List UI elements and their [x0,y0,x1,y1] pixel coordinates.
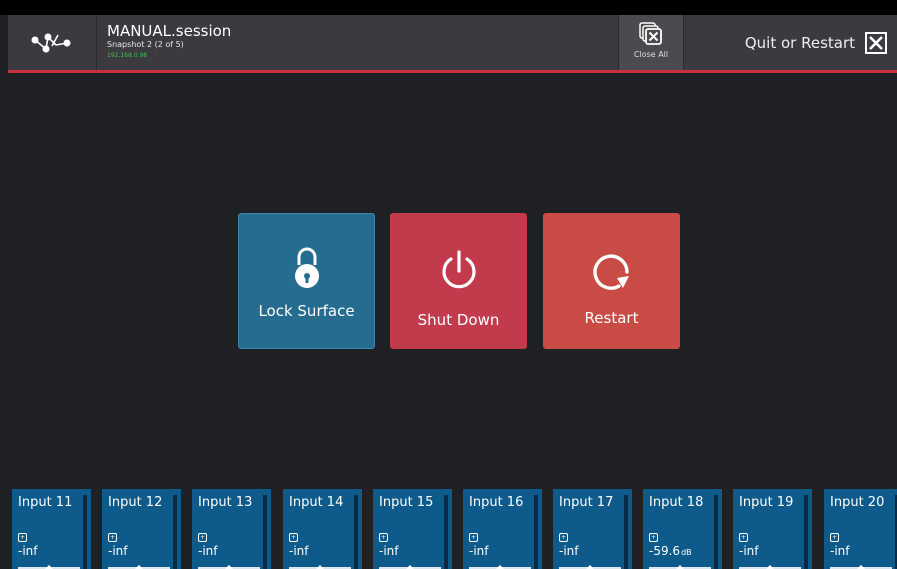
channel-link-icon: + [379,533,388,542]
fader-handle[interactable] [586,565,594,569]
channel-name: Input 19 [739,495,794,510]
channel-link-icon: + [18,533,27,542]
channel-name: Input 20 [830,495,885,510]
level-meter [354,495,358,569]
shut-down-button[interactable]: Shut Down [390,213,527,349]
channel-link-icon: + [559,533,568,542]
level-meter [173,495,177,569]
fader-handle[interactable] [225,565,233,569]
channel-name: Input 13 [198,495,253,510]
level-meter [263,495,267,569]
channel-level: -inf [559,544,579,558]
channel-level: -inf [108,544,128,558]
channel-level: -inf [198,544,218,558]
channel-level: -inf [830,544,850,558]
channel-name: Input 15 [379,495,434,510]
restart-label: Restart [584,309,639,327]
channel-link-icon: + [289,533,298,542]
level-meter [624,495,628,569]
power-icon [441,250,476,289]
channel-strip[interactable]: Input 12 + -inf [102,489,181,569]
channel-link-icon: + [739,533,748,542]
ip-address: 192.168.0.98 [107,52,148,59]
lock-surface-button[interactable]: Lock Surface [238,213,375,349]
channel-level: -inf [18,544,38,558]
close-all-label: Close All [633,50,669,59]
quit-restart-label: Quit or Restart [744,33,855,52]
header-bar: MANUAL.session Snapshot 2 (2 of 5) 192.1… [8,15,897,73]
top-strip [0,0,897,15]
app-logo-button[interactable] [8,15,97,70]
session-title: MANUAL.session [107,22,232,40]
lock-surface-label: Lock Surface [258,302,355,320]
channel-name: Input 17 [559,495,614,510]
fader-handle[interactable] [676,565,684,569]
channel-strip[interactable]: Input 15 + -inf [373,489,452,569]
channel-name: Input 11 [18,495,73,510]
restart-icon [592,254,629,290]
session-info: MANUAL.session Snapshot 2 (2 of 5) 192.1… [107,23,231,60]
fader-handle[interactable] [45,565,53,569]
network-logo-icon [31,33,71,52]
channel-link-icon: + [198,533,207,542]
channel-level: -inf [289,544,309,558]
channel-strip[interactable]: Input 13 + -inf [192,489,271,569]
fader-handle[interactable] [406,565,414,569]
fader-handle[interactable] [766,565,774,569]
snapshot-label: Snapshot 2 (2 of 5) [107,40,184,49]
channel-strip[interactable]: Input 16 + -inf [463,489,542,569]
channel-strip[interactable]: Input 11 + -inf [12,489,91,569]
level-meter [534,495,538,569]
fader-handle[interactable] [496,565,504,569]
channel-link-icon: + [649,533,658,542]
shut-down-label: Shut Down [417,311,500,329]
level-meter [714,495,718,569]
restart-button[interactable]: Restart [543,213,680,349]
channel-level: -inf [379,544,399,558]
channel-link-icon: + [108,533,117,542]
channel-level: -inf [469,544,489,558]
channel-name: Input 16 [469,495,524,510]
fader-handle[interactable] [135,565,143,569]
channel-strip[interactable]: Input 14 + -inf [283,489,362,569]
close-all-button[interactable]: Close All [618,15,684,70]
quit-restart-button[interactable]: Quit or Restart [685,15,897,70]
channel-link-icon: + [830,533,839,542]
channel-name: Input 14 [289,495,344,510]
close-all-icon [639,22,662,45]
channel-name: Input 18 [649,495,704,510]
close-icon [865,31,887,54]
level-meter [444,495,448,569]
level-meter [83,495,87,569]
channel-strip[interactable]: Input 20 + -inf [824,489,897,569]
channel-link-icon: + [469,533,478,542]
channel-strip[interactable]: Input 19 + -inf [733,489,812,569]
channel-strip[interactable]: Input 17 + -inf [553,489,632,569]
level-meter [804,495,808,569]
channel-level: -inf [739,544,759,558]
channel-name: Input 12 [108,495,163,510]
fader-handle[interactable] [316,565,324,569]
padlock-icon [294,247,319,288]
channel-strip[interactable]: Input 18 + -59.6dB [643,489,722,569]
channel-level: -59.6dB [649,544,692,558]
header-accent-line [8,70,897,73]
fader-handle[interactable] [857,565,865,569]
